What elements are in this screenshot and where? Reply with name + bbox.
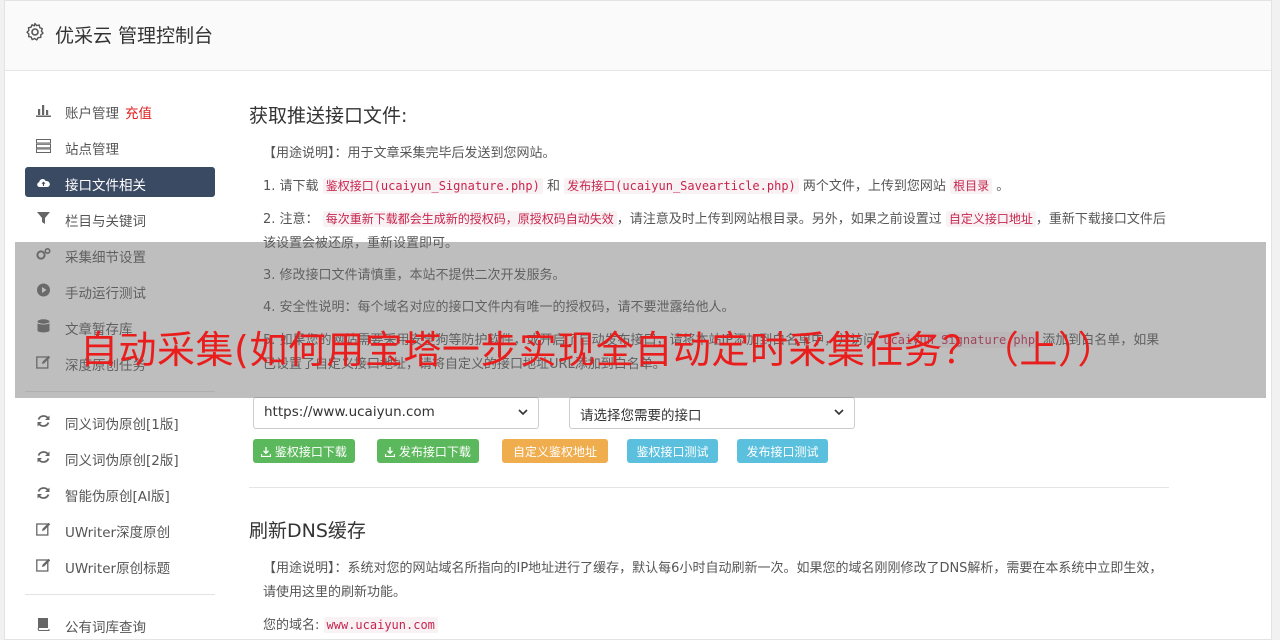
dns-usage-note: 【用途说明】：系统对您的网站域名所指向的IP地址进行了缓存，默认每6小时自动刷新… xyxy=(263,561,1163,600)
publish-download-button[interactable]: 发布接口下载 xyxy=(377,439,479,463)
step-1: 1. 请下载 鉴权接口(ucaiyun_Signature.php) 和 发布接… xyxy=(263,178,1010,194)
refresh-icon xyxy=(37,415,50,427)
sidebar-item-columns-keywords[interactable]: 栏目与关键词 xyxy=(25,203,215,233)
article-headline: 自动采集(如何用宝塔一步实现全自动定时采集任务？（上）） xyxy=(80,328,1116,372)
sidebar-item-uwriter-deep[interactable]: UWriter深度原创 xyxy=(25,514,215,544)
sidebar-item-label: 站点管理 xyxy=(65,142,119,158)
filter-icon xyxy=(37,212,50,224)
sidebar-item-label: UWriter原创标题 xyxy=(65,561,171,577)
sidebar-item-label: 账户管理 xyxy=(65,106,119,122)
code-publish-file: 发布接口(ucaiyun_Savearticle.php) xyxy=(564,178,799,194)
sidebar-item-synonym-v2[interactable]: 同义词伪原创[2版] xyxy=(25,442,215,472)
code-custom-address: 自定义接口地址 xyxy=(945,211,1036,227)
edit-icon xyxy=(36,558,51,572)
book-icon xyxy=(37,618,50,631)
sidebar-item-public-lexicon[interactable]: 公有词库查询 xyxy=(25,609,215,639)
domain-row: 您的域名: www.ucaiyun.com xyxy=(263,613,1169,638)
site-select[interactable]: https://www.ucaiyun.com xyxy=(253,397,539,429)
interface-select-value: 请选择您需要的接口 xyxy=(580,408,702,424)
sidebar-item-label: UWriter深度原创 xyxy=(65,525,171,541)
cloud-upload-icon xyxy=(37,179,50,187)
publish-test-button[interactable]: 发布接口测试 xyxy=(737,439,828,463)
button-row: 鉴权接口下载 发布接口下载 自定义鉴权地址 鉴权接口测试 发布接口测试 xyxy=(249,439,1169,465)
gear-icon xyxy=(26,22,44,41)
server-icon xyxy=(36,139,51,153)
sidebar-item-smart-ai[interactable]: 智能伪原创[AI版] xyxy=(25,478,215,508)
sidebar-item-label: 同义词伪原创[2版] xyxy=(65,453,179,469)
sidebar-item-label: 接口文件相关 xyxy=(65,178,146,194)
sidebar-item-account[interactable]: 账户管理 充值 xyxy=(25,95,215,125)
section-divider xyxy=(249,487,1169,488)
chevron-down-icon xyxy=(518,409,528,416)
download-icon xyxy=(260,447,272,458)
domain-label: 您的域名: xyxy=(263,618,320,633)
section-title-interface-files: 获取推送接口文件: xyxy=(249,105,408,127)
section-title-dns: 刷新DNS缓存 xyxy=(249,520,366,542)
auth-test-button[interactable]: 鉴权接口测试 xyxy=(627,439,718,463)
code-regenerate-warning: 每次重新下载都会生成新的授权码，原授权码自动失效 xyxy=(322,211,617,227)
app-title: 优采云 管理控制台 xyxy=(55,25,214,47)
refresh-icon xyxy=(37,487,50,499)
domain-value: www.ucaiyun.com xyxy=(323,617,438,633)
sidebar-item-label: 智能伪原创[AI版] xyxy=(65,489,170,505)
auth-download-button[interactable]: 鉴权接口下载 xyxy=(253,439,355,463)
chevron-down-icon xyxy=(834,409,844,416)
select-row: https://www.ucaiyun.com 请选择您需要的接口 xyxy=(249,397,1169,433)
sidebar-divider xyxy=(25,594,215,595)
sidebar-item-uwriter-title[interactable]: UWriter原创标题 xyxy=(25,550,215,580)
code-root-dir: 根目录 xyxy=(950,178,993,194)
sidebar-item-sites[interactable]: 站点管理 xyxy=(25,131,215,161)
custom-auth-address-button[interactable]: 自定义鉴权地址 xyxy=(502,439,608,463)
code-auth-file: 鉴权接口(ucaiyun_Signature.php) xyxy=(322,178,543,194)
sidebar-item-synonym-v1[interactable]: 同义词伪原创[1版] xyxy=(25,406,215,436)
refresh-icon xyxy=(37,451,50,463)
download-icon xyxy=(384,447,396,458)
sidebar-item-label: 栏目与关键词 xyxy=(65,214,146,230)
sidebar-item-label: 同义词伪原创[1版] xyxy=(65,417,179,433)
usage-note: 【用途说明】：用于文章采集完毕后发送到您网站。 xyxy=(263,146,556,161)
sidebar-item-interface-files[interactable]: 接口文件相关 xyxy=(25,167,215,197)
recharge-link[interactable]: 充值 xyxy=(125,106,152,122)
bar-chart-icon xyxy=(36,105,51,117)
site-select-value: https://www.ucaiyun.com xyxy=(264,404,435,420)
sidebar-item-label: 公有词库查询 xyxy=(65,620,146,636)
edit-icon xyxy=(36,522,51,536)
interface-select[interactable]: 请选择您需要的接口 xyxy=(569,397,855,429)
page-header: 优采云 管理控制台 xyxy=(5,1,1271,71)
